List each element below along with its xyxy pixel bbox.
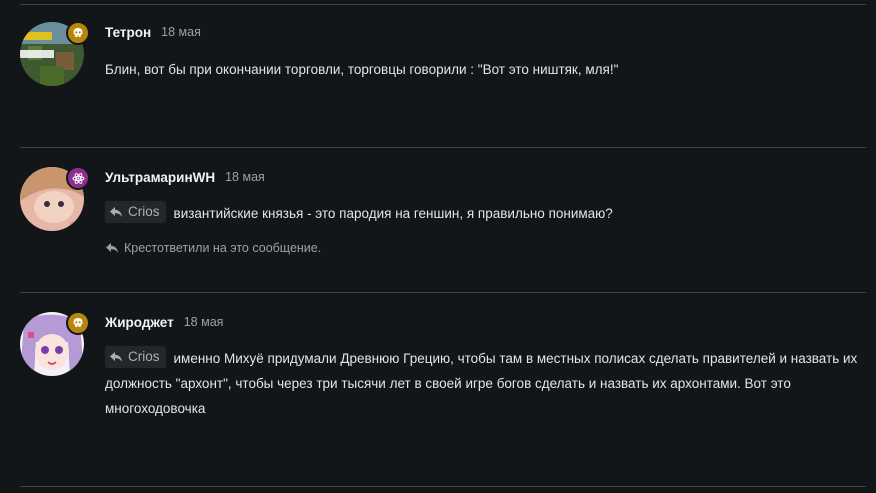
comment-text: именно Михуё придумали Древнюю Грецию, ч…	[105, 351, 858, 416]
reply-arrow-icon	[110, 352, 122, 362]
comment-text: Блин, вот бы при окончании торговли, тор…	[105, 62, 619, 77]
skull-icon	[66, 21, 90, 45]
comment-feed: Тетрон 18 мая Блин, вот бы при окончании…	[0, 0, 876, 493]
author-name[interactable]: УльтрамаринWH	[105, 170, 215, 185]
author-name[interactable]: Тетрон	[105, 25, 151, 40]
comment-body: Тетрон 18 мая Блин, вот бы при окончании…	[105, 22, 866, 82]
comment-text-line: Crios византийские князья - это пародия …	[105, 201, 866, 226]
comment-text-block: Crios именно Михуё придумали Древнюю Гре…	[105, 346, 866, 421]
comment-date[interactable]: 18 мая	[225, 170, 265, 184]
reply-arrow-icon	[110, 207, 122, 217]
quote-reference[interactable]: Crios	[105, 346, 166, 368]
comment-date[interactable]: 18 мая	[184, 315, 224, 329]
comment-body: УльтрамаринWH 18 мая Crios византийские …	[105, 167, 866, 255]
reply-arrow-icon	[106, 243, 118, 253]
author-name[interactable]: Жироджет	[105, 315, 174, 330]
divider	[20, 147, 866, 148]
atom-icon	[66, 166, 90, 190]
reply-hint[interactable]: Крестответили на это сообщение.	[105, 241, 866, 255]
divider	[20, 4, 866, 5]
comment-date[interactable]: 18 мая	[161, 25, 201, 39]
reply-hint-text[interactable]: Крестответили на это сообщение.	[124, 241, 321, 255]
avatar-container[interactable]	[20, 311, 90, 378]
comment-body: Жироджет 18 мая Crios именно Михуё приду…	[105, 312, 866, 421]
divider	[20, 486, 866, 487]
quote-reference[interactable]: Crios	[105, 201, 166, 223]
skull-icon	[66, 311, 90, 335]
avatar-container[interactable]	[20, 166, 90, 233]
quote-author[interactable]: Crios	[128, 346, 160, 368]
avatar-container[interactable]	[20, 21, 90, 88]
divider	[20, 292, 866, 293]
comment-text: византийские князья - это пародия на ген…	[173, 206, 613, 221]
quote-author[interactable]: Crios	[128, 201, 160, 223]
